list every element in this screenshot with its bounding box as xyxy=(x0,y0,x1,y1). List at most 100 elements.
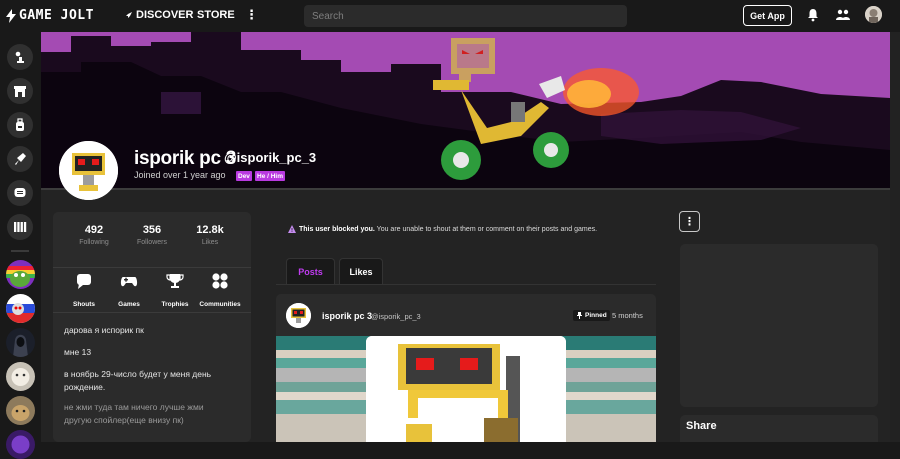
bio-line-5: другую спойлер(еще внизу пк) xyxy=(64,415,184,425)
following-label: Following xyxy=(79,239,109,246)
community-avatar-flag-icon xyxy=(6,294,35,323)
likes-label: Likes xyxy=(201,239,219,246)
get-app-button[interactable]: Get App xyxy=(743,5,792,26)
communities-icon xyxy=(212,273,228,289)
sidebar-community-2[interactable] xyxy=(6,294,35,323)
sidebar-backpack-button[interactable] xyxy=(7,112,33,138)
search-input[interactable] xyxy=(304,5,627,27)
gamejolt-logo[interactable]: GAME JOLT xyxy=(6,8,94,23)
blocked-title: This user blocked you. xyxy=(299,225,375,233)
pronouns-badge: He / Him xyxy=(255,171,286,181)
store-icon xyxy=(14,86,26,97)
share-title: Share xyxy=(686,420,717,432)
trophies-label: Trophies xyxy=(161,301,189,308)
bio-line-1: дарова я испорик пк xyxy=(64,325,144,335)
games-button[interactable]: Games xyxy=(105,272,153,308)
sidebar-community-3[interactable] xyxy=(6,328,35,357)
communities-button[interactable]: Communities xyxy=(196,272,244,308)
top-nav-bar: GAME JOLT DISCOVER STORE ⋮ Get App xyxy=(0,0,900,32)
post-card[interactable]: isporik pc 3 @isporik_pc_3 Pinned 5 mont… xyxy=(276,294,656,442)
sidebar-quests-button[interactable] xyxy=(7,146,33,172)
shouts-button[interactable]: Shouts xyxy=(60,272,108,308)
tabs-underline xyxy=(276,284,656,285)
profile-avatar[interactable] xyxy=(59,141,118,200)
shouts-label: Shouts xyxy=(72,301,96,308)
bio-line-4: не жми туда там ничего лучше жми xyxy=(64,402,204,412)
stat-following[interactable]: 492 Following xyxy=(64,224,124,246)
dev-badge: Dev xyxy=(236,171,252,181)
sidebar-home-button[interactable] xyxy=(7,44,33,70)
pinned-label: Pinned xyxy=(585,312,607,319)
discover-label: DISCOVER xyxy=(136,9,194,21)
post-media[interactable] xyxy=(276,336,656,442)
chat-icon xyxy=(14,188,26,197)
post-header: isporik pc 3 @isporik_pc_3 Pinned 5 mont… xyxy=(276,294,656,336)
joltydex-icon xyxy=(15,51,24,63)
community-avatar-dog-icon xyxy=(6,396,35,425)
joined-date: Joined over 1 year ago xyxy=(134,170,226,180)
sidebar-community-4[interactable] xyxy=(6,362,35,391)
left-sidebar xyxy=(0,32,41,459)
ad-placeholder xyxy=(680,244,878,407)
post-author-handle: @isporik_pc_3 xyxy=(371,312,421,321)
library-icon xyxy=(14,222,27,232)
communities-label: Communities xyxy=(199,301,241,308)
discover-link[interactable]: DISCOVER xyxy=(125,9,193,21)
community-avatar-hood-icon xyxy=(6,328,35,357)
followers-count: 356 xyxy=(142,224,162,236)
robot-pixel-art xyxy=(366,336,566,442)
sidebar-community-1[interactable] xyxy=(6,260,35,289)
post-author-avatar[interactable] xyxy=(286,303,311,328)
profile-stats-card: 492 Following 356 Followers 12.8k Likes … xyxy=(53,212,251,442)
store-link[interactable]: STORE xyxy=(197,9,235,21)
pinned-badge: Pinned xyxy=(573,310,610,321)
post-author-name[interactable]: isporik pc 3 xyxy=(322,311,372,321)
profile-handle: @isporik_pc_3 xyxy=(224,150,317,165)
tab-posts[interactable]: Posts xyxy=(286,258,335,284)
more-menu-button[interactable]: ⋮ xyxy=(245,7,258,23)
likes-count: 12.8k xyxy=(196,224,224,236)
blocked-notice: This user blocked you. You are unable to… xyxy=(288,225,597,233)
actions-divider xyxy=(53,312,251,313)
sidebar-community-6[interactable] xyxy=(6,430,35,459)
following-count: 492 xyxy=(84,224,104,236)
pin-icon xyxy=(577,312,582,319)
tab-likes[interactable]: Likes xyxy=(339,258,383,284)
bio-line-3: в ноябрь 29-число будет у меня день рожд… xyxy=(64,369,212,392)
followers-label: Followers xyxy=(137,239,167,246)
sidebar-store-button[interactable] xyxy=(7,78,33,104)
profile-options-button[interactable]: ⋮ xyxy=(679,211,700,232)
bolt-icon xyxy=(6,8,16,23)
logo-text: GAME JOLT xyxy=(19,8,94,23)
trophies-button[interactable]: Trophies xyxy=(151,272,199,308)
community-avatar-frog-icon xyxy=(6,260,35,289)
bio-line-2: мне 13 xyxy=(64,347,92,357)
profile-name: isporik pc 3 xyxy=(134,148,236,169)
warning-icon xyxy=(288,225,296,233)
sidebar-chat-button[interactable] xyxy=(7,180,33,206)
community-avatar-purple-icon xyxy=(6,430,35,459)
avatar-image xyxy=(865,6,882,23)
community-avatar-cat-icon xyxy=(6,362,35,391)
quest-icon xyxy=(15,153,26,165)
trophy-icon xyxy=(166,274,184,288)
sidebar-community-5[interactable] xyxy=(6,396,35,425)
friends-icon[interactable] xyxy=(835,8,851,22)
rocket-icon xyxy=(126,12,132,18)
stat-followers[interactable]: 356 Followers xyxy=(122,224,182,246)
gamepad-icon xyxy=(120,277,138,287)
blocked-text: You are unable to shout at them or comme… xyxy=(374,225,598,233)
stat-likes[interactable]: 12.8k Likes xyxy=(180,224,240,246)
sidebar-library-button[interactable] xyxy=(7,214,33,240)
robot-avatar-image xyxy=(59,141,118,200)
post-image xyxy=(366,336,566,442)
stats-divider xyxy=(53,267,251,268)
shout-bubble-icon xyxy=(77,274,91,289)
backpack-icon xyxy=(16,118,24,131)
bell-icon[interactable] xyxy=(806,8,820,22)
games-label: Games xyxy=(118,301,140,308)
user-avatar[interactable] xyxy=(865,6,882,23)
post-timestamp: 5 months xyxy=(612,311,643,320)
page-scrollbar[interactable] xyxy=(890,32,900,442)
sidebar-divider xyxy=(11,250,29,252)
